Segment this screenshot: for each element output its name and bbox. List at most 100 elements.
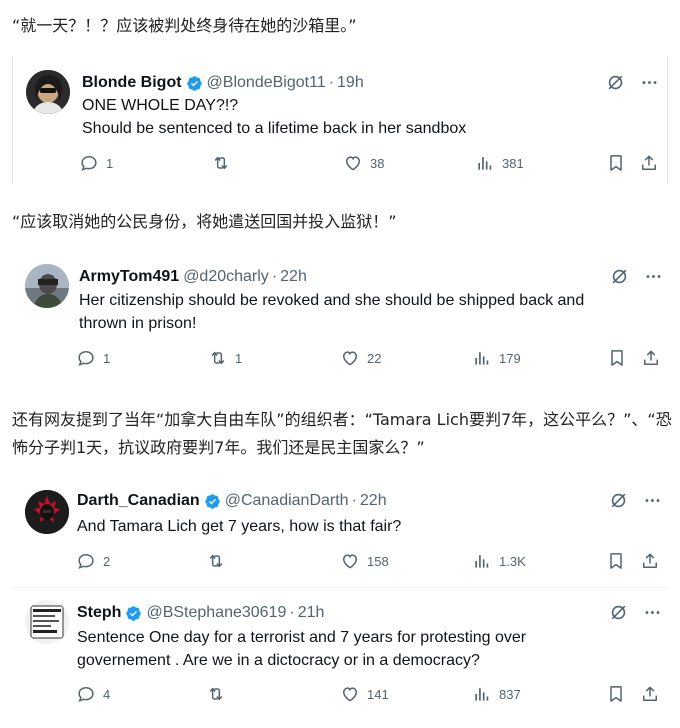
views-button[interactable]: 837 xyxy=(472,684,521,704)
more-icon[interactable] xyxy=(643,266,663,286)
views-button[interactable]: 179 xyxy=(472,348,521,368)
retweet-icon xyxy=(211,351,225,365)
bookmark-icon xyxy=(610,155,622,171)
views-count: 381 xyxy=(502,155,524,171)
more-icon[interactable] xyxy=(642,602,662,622)
avatar[interactable] xyxy=(26,70,70,114)
reply-count: 1 xyxy=(103,350,111,366)
timestamp[interactable]: 22h xyxy=(280,268,307,286)
share-button[interactable] xyxy=(639,153,659,173)
views-button[interactable]: 1.3K xyxy=(472,551,526,571)
retweet-icon xyxy=(209,687,223,701)
more-icon[interactable] xyxy=(642,490,662,510)
retweet-button[interactable] xyxy=(211,153,238,173)
caption-3: 还有网友提到了当年“加拿大自由车队”的组织者：“Tamara Lich要判7年，… xyxy=(12,410,672,457)
tweet-text: Her citizenship should be revoked and sh… xyxy=(79,292,585,332)
bookmark-icon xyxy=(610,686,622,702)
author-handle[interactable]: @CanadianDarth xyxy=(225,492,349,510)
reply-count: 2 xyxy=(103,553,111,569)
timestamp[interactable]: 22h xyxy=(360,492,387,510)
reply-button[interactable]: 1 xyxy=(76,348,110,368)
reply-count: 1 xyxy=(106,155,114,171)
author-name[interactable]: Blonde Bigot xyxy=(82,74,182,92)
like-count: 22 xyxy=(367,350,382,366)
views-button[interactable]: 381 xyxy=(475,153,524,173)
like-button[interactable]: 158 xyxy=(340,551,389,571)
views-icon xyxy=(475,352,489,365)
tweet-text: Sentence One day for a terrorist and 7 y… xyxy=(77,629,527,669)
tweet-text: And Tamara Lich get 7 years, how is that… xyxy=(77,518,402,535)
share-button[interactable] xyxy=(641,348,661,368)
retweet-button[interactable] xyxy=(206,551,233,571)
like-icon xyxy=(342,351,358,366)
bookmark-icon xyxy=(611,350,623,366)
reply-count: 4 xyxy=(103,686,111,702)
retweet-button[interactable]: 1 xyxy=(208,348,242,368)
like-button[interactable]: 38 xyxy=(343,153,384,173)
bookmark-button[interactable] xyxy=(606,153,626,173)
like-icon xyxy=(345,156,361,171)
grok-icon[interactable] xyxy=(609,266,629,286)
bookmark-button[interactable] xyxy=(606,684,626,704)
tweet-actions: 1 38 381 xyxy=(79,153,659,177)
bookmark-button[interactable] xyxy=(606,551,626,571)
author-name[interactable]: Steph xyxy=(77,604,121,622)
avatar[interactable] xyxy=(25,490,69,534)
like-button[interactable]: 22 xyxy=(340,348,381,368)
tweet-card[interactable]: Blonde Bigot @BlondeBigot11 · 19h ONE WH… xyxy=(12,56,668,184)
author-name[interactable]: Darth_Canadian xyxy=(77,492,200,510)
tweet-card[interactable]: Darth_Canadian @CanadianDarth · 22h And … xyxy=(12,478,668,586)
verified-badge-icon xyxy=(126,605,142,621)
retweet-icon xyxy=(214,156,228,170)
views-count: 179 xyxy=(499,350,521,366)
retweet-button[interactable] xyxy=(206,684,233,704)
like-icon xyxy=(342,554,358,569)
verified-badge-icon xyxy=(204,493,220,509)
tweet-actions: 4 141 837 xyxy=(76,684,661,708)
avatar[interactable] xyxy=(25,264,69,308)
views-icon xyxy=(475,555,489,568)
share-icon xyxy=(643,686,657,701)
avatar[interactable] xyxy=(25,600,69,644)
grok-icon[interactable] xyxy=(608,490,628,510)
grok-icon[interactable] xyxy=(605,72,625,92)
reply-button[interactable]: 4 xyxy=(76,684,110,704)
tweet-card[interactable]: ArmyTom491 @d20charly · 22h Her citizens… xyxy=(12,252,668,382)
timestamp[interactable]: 21h xyxy=(298,604,325,622)
separator: · xyxy=(271,268,278,285)
tweet-card[interactable]: Steph @BStephane30619 · 21h Sentence One… xyxy=(12,588,668,723)
tweet-header: Darth_Canadian @CanadianDarth · 22h xyxy=(77,490,387,512)
share-icon xyxy=(643,553,657,568)
views-icon xyxy=(475,688,489,701)
views-count: 1.3K xyxy=(499,553,526,569)
share-icon xyxy=(644,350,658,365)
reply-button[interactable]: 1 xyxy=(79,153,113,173)
reply-icon xyxy=(78,553,94,569)
author-name[interactable]: ArmyTom491 xyxy=(79,268,179,286)
share-icon xyxy=(642,155,656,170)
author-handle[interactable]: @d20charly xyxy=(183,268,269,286)
views-icon xyxy=(478,157,492,170)
separator: · xyxy=(328,74,335,91)
timestamp[interactable]: 19h xyxy=(337,74,364,92)
tweet-actions: 2 158 1.3K xyxy=(76,551,661,575)
retweet-count: 1 xyxy=(235,350,243,366)
like-count: 158 xyxy=(367,553,389,569)
share-button[interactable] xyxy=(640,551,660,571)
tweet-actions: 1 1 22 179 xyxy=(76,348,661,372)
share-button[interactable] xyxy=(640,684,660,704)
tweet-header: Blonde Bigot @BlondeBigot11 · 19h xyxy=(82,72,364,94)
like-count: 38 xyxy=(370,155,385,171)
verified-badge-icon xyxy=(186,75,202,91)
like-count: 141 xyxy=(367,686,389,702)
more-icon[interactable] xyxy=(639,72,659,92)
bookmark-button[interactable] xyxy=(607,348,627,368)
author-handle[interactable]: @BStephane30619 xyxy=(146,604,286,622)
caption-1: “就一天？！？应该被判处终身待在她的沙箱里。” xyxy=(12,16,357,35)
separator: · xyxy=(289,604,295,621)
like-button[interactable]: 141 xyxy=(340,684,389,704)
bookmark-icon xyxy=(610,553,622,569)
author-handle[interactable]: @BlondeBigot11 xyxy=(207,74,326,92)
reply-button[interactable]: 2 xyxy=(76,551,110,571)
grok-icon[interactable] xyxy=(608,602,628,622)
